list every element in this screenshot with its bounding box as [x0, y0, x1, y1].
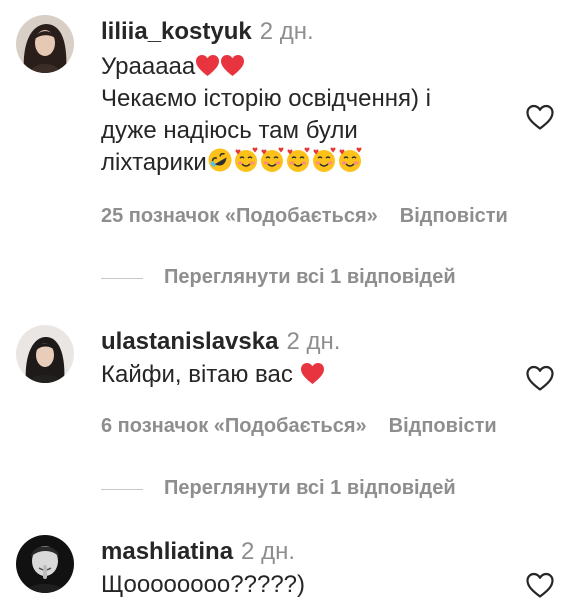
avatar[interactable]: [16, 535, 74, 593]
comment-text: Щоооооооо?????): [101, 569, 517, 601]
username-link[interactable]: liliia_kostyuk: [101, 18, 252, 45]
comment-time: 2 дн.: [241, 538, 295, 565]
view-replies-label: Переглянути всі 1 відповідей: [164, 266, 456, 288]
comment-meta: 6 позначок «Подобається» Відповісти: [101, 415, 497, 438]
like-heart-icon[interactable]: [525, 571, 555, 599]
comment-time: 2 дн.: [286, 328, 341, 355]
smiling-face-with-hearts-icon: [259, 147, 285, 173]
comment-text: Урааааа Чекаємо історію освідчення) і ду…: [101, 51, 517, 179]
reply-button[interactable]: Відповісти: [400, 205, 508, 227]
smiling-face-with-hearts-icon: [285, 147, 311, 173]
red-heart-icon: [195, 54, 220, 77]
rolling-laughing-face-icon: [207, 147, 233, 173]
comment-text: Кайфи, вітаю вас: [101, 359, 517, 391]
view-replies-label: Переглянути всі 1 відповідей: [164, 477, 456, 499]
reply-button[interactable]: Відповісти: [389, 415, 497, 437]
username-link[interactable]: ulastanislavska: [101, 328, 278, 355]
avatar[interactable]: [16, 15, 74, 73]
smiling-face-with-hearts-icon: [311, 147, 337, 173]
comment-line: дуже надіюсь там були: [101, 117, 358, 144]
username-link[interactable]: mashliatina: [101, 538, 233, 565]
comment-line: Щоооооооо?????): [101, 571, 306, 598]
comment-line: Урааааа: [101, 53, 196, 80]
replies-divider: [101, 489, 143, 490]
avatar[interactable]: [16, 325, 74, 383]
comment-line: Чекаємо історію освідчення) і: [101, 85, 432, 112]
comment-time: 2 дн.: [259, 18, 314, 45]
comment-header: liliia_kostyuk 2 дн.: [101, 17, 517, 47]
likes-count-link[interactable]: 25 позначок «Подобається»: [101, 205, 378, 227]
replies-divider: [101, 278, 143, 279]
smiling-face-with-hearts-icon: [233, 147, 259, 173]
comment-header: mashliatina 2 дн.: [101, 537, 517, 567]
comment-line: ліхтарики: [101, 149, 207, 176]
likes-count-link[interactable]: 6 позначок «Подобається»: [101, 415, 367, 437]
comment-line: Кайфи, вітаю вас: [101, 361, 293, 388]
smiling-face-with-hearts-icon: [337, 147, 363, 173]
red-heart-icon: [220, 54, 245, 77]
like-heart-icon[interactable]: [525, 364, 555, 392]
red-heart-icon: [300, 362, 325, 385]
comment-meta: 25 позначок «Подобається» Відповісти: [101, 205, 508, 228]
like-heart-icon[interactable]: [525, 103, 555, 131]
comment-header: ulastanislavska 2 дн.: [101, 327, 517, 357]
